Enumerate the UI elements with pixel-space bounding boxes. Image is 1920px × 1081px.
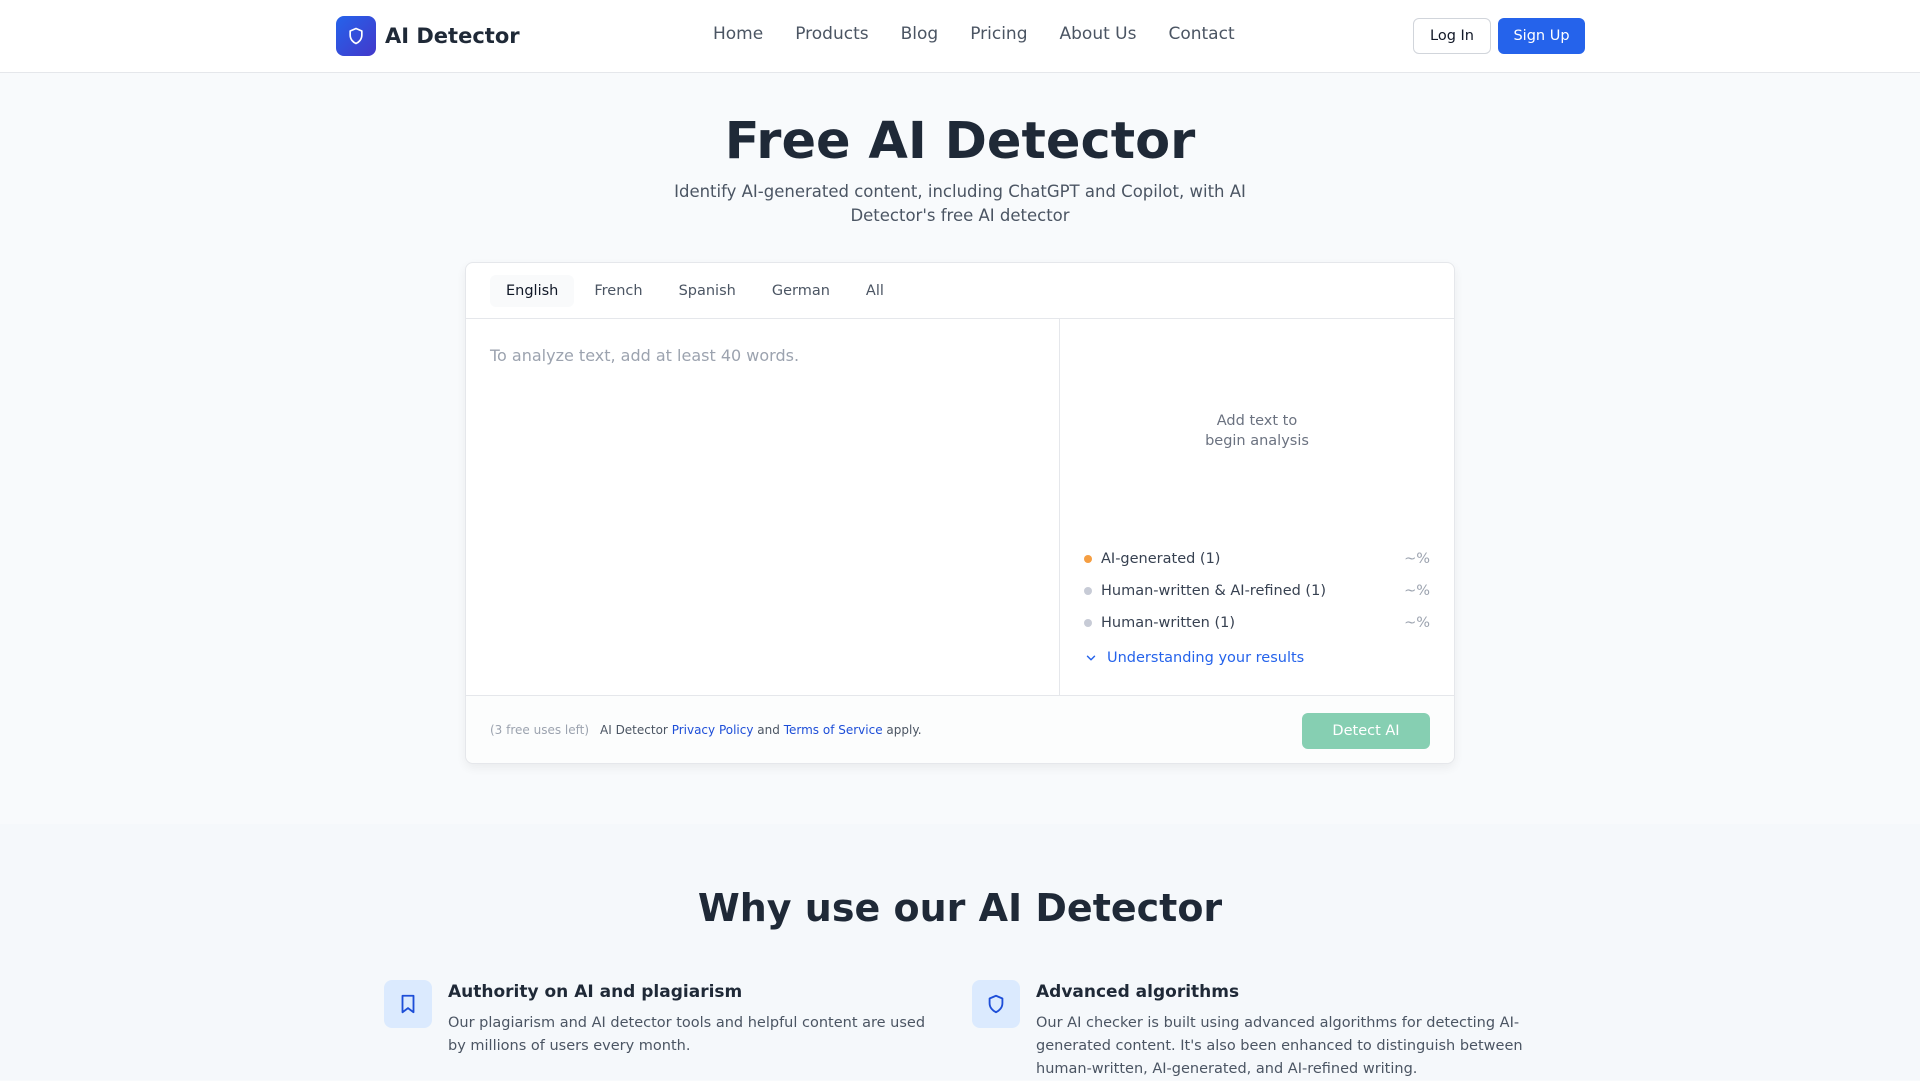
terms-of-service-link[interactable]: Terms of Service [784, 723, 883, 737]
legend-label: Human-written (1) [1101, 615, 1236, 631]
text-input[interactable] [466, 319, 1059, 695]
ai-refined-dot-icon [1084, 587, 1092, 595]
shield-logo-icon [336, 16, 376, 56]
chevron-down-icon [1086, 655, 1096, 661]
privacy-policy-link[interactable]: Privacy Policy [672, 723, 754, 737]
results-legend: AI-generated (1) ~% Human-written & AI-r… [1084, 543, 1430, 639]
bookmark-icon [384, 980, 432, 1028]
why-title: Why use our AI Detector [697, 886, 1223, 930]
detector-card: English French Spanish German All Add te… [465, 262, 1455, 764]
nav-about-us[interactable]: About Us [1060, 24, 1137, 44]
language-tabs: English French Spanish German All [466, 263, 1454, 319]
legend-percent: ~% [1404, 615, 1430, 631]
tab-french[interactable]: French [578, 275, 658, 307]
site-header: AI Detector Home Products Blog Pricing A… [0, 0, 1920, 73]
signup-button[interactable]: Sign Up [1498, 18, 1585, 54]
nav-pricing[interactable]: Pricing [970, 24, 1027, 44]
empty-state-message: Add text to begin analysis [1060, 411, 1454, 451]
legend-label: AI-generated (1) [1101, 551, 1221, 567]
login-button[interactable]: Log In [1413, 18, 1491, 54]
text-editor-pane [466, 319, 1060, 695]
shield-icon [972, 980, 1020, 1028]
feature-description: Our plagiarism and AI detector tools and… [448, 1015, 926, 1054]
page-title: Free AI Detector [724, 112, 1196, 171]
logo[interactable]: AI Detector [336, 16, 520, 56]
detect-ai-button[interactable]: Detect AI [1302, 713, 1430, 749]
feature-title: Authority on AI and plagiarism [448, 982, 743, 1002]
ai-generated-dot-icon [1084, 555, 1092, 563]
terms-prefix: AI Detector [600, 723, 668, 737]
feature-title: Advanced algorithms [1036, 982, 1240, 1002]
nav-blog[interactable]: Blog [901, 24, 939, 44]
legend-human-written: Human-written (1) ~% [1084, 607, 1430, 639]
terms-suffix: apply. [886, 723, 922, 737]
legend-label: Human-written & AI-refined (1) [1101, 583, 1326, 599]
tab-english[interactable]: English [490, 274, 575, 307]
tab-all[interactable]: All [850, 275, 900, 307]
page-subtitle: Identify AI-generated content, including… [674, 182, 1246, 225]
legend-ai-generated: AI-generated (1) ~% [1084, 543, 1430, 575]
card-footer: (3 free uses left) AI Detector Privacy P… [466, 695, 1454, 763]
tab-spanish[interactable]: Spanish [663, 275, 752, 307]
why-section: Why use our AI Detector Authority on AI … [0, 824, 1920, 1080]
main-nav: Home Products Blog Pricing About Us Cont… [713, 24, 1235, 44]
empty-state-line-2: begin analysis [1205, 433, 1309, 449]
understanding-results-label: Understanding your results [1107, 650, 1305, 666]
understanding-results-toggle[interactable]: Understanding your results [1084, 650, 1304, 666]
legend-percent: ~% [1404, 583, 1430, 599]
logo-text: AI Detector [385, 24, 520, 48]
human-written-dot-icon [1084, 619, 1092, 627]
nav-contact[interactable]: Contact [1168, 24, 1234, 44]
nav-products[interactable]: Products [795, 24, 868, 44]
legend-human-ai-refined: Human-written & AI-refined (1) ~% [1084, 575, 1430, 607]
empty-state-line-1: Add text to [1216, 413, 1298, 429]
results-pane: Add text to begin analysis AI-generated … [1060, 319, 1454, 695]
nav-home[interactable]: Home [713, 24, 763, 44]
feature-description: Our AI checker is built using advanced a… [1036, 1015, 1523, 1077]
terms-notice: AI Detector Privacy Policy and Terms of … [600, 723, 922, 737]
free-uses-counter: (3 free uses left) [490, 723, 590, 737]
tab-german[interactable]: German [756, 275, 846, 307]
terms-and: and [757, 723, 780, 737]
legend-percent: ~% [1404, 551, 1430, 567]
